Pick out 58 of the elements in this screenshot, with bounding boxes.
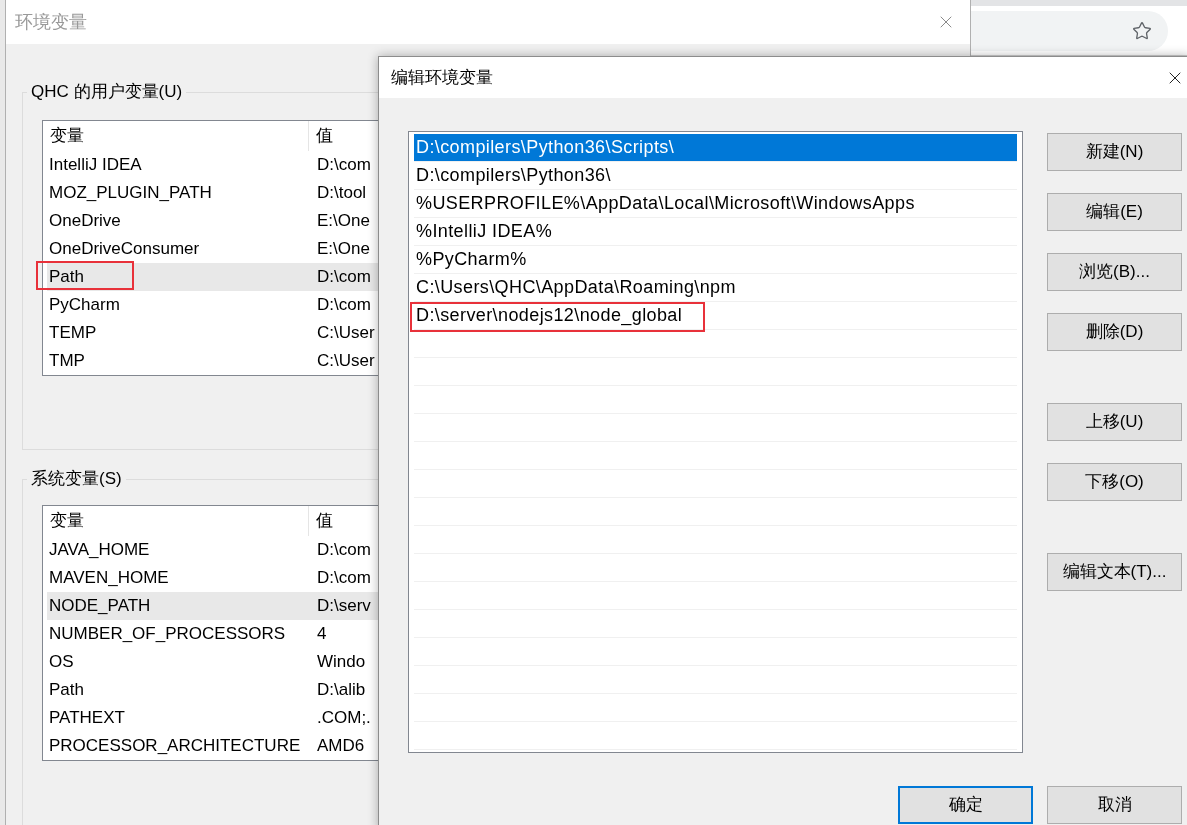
dialog-button[interactable]: 取消	[1047, 786, 1182, 824]
path-text: D:\compilers\Python36\Scripts\	[416, 136, 675, 159]
dialog-button[interactable]: 编辑(E)	[1047, 193, 1182, 231]
table-cell-text: D:\serv	[316, 595, 371, 618]
table-cell-text: C:\User	[316, 322, 375, 345]
table-cell-text: MOZ_PLUGIN_PATH	[48, 182, 213, 205]
table-cell-text: JAVA_HOME	[48, 539, 151, 562]
table-cell-text: OS	[48, 651, 75, 674]
table-cell-text: D:\com	[316, 539, 371, 562]
path-text: %USERPROFILE%\AppData\Local\Microsoft\WindowsApps	[416, 192, 915, 215]
table-cell-text: D:\tool	[316, 182, 367, 205]
dialog-button[interactable]: 确定	[898, 786, 1033, 824]
group-label: 系统变量(S)	[30, 468, 123, 490]
column-header[interactable]: 值	[309, 508, 333, 534]
dialog-button[interactable]: 上移(U)	[1047, 403, 1182, 441]
table-cell-text: AMD6	[316, 735, 365, 758]
table-cell-text: OneDrive	[48, 210, 122, 233]
table-cell-text: .COM;.	[316, 707, 371, 730]
dialog-button[interactable]: 下移(O)	[1047, 463, 1182, 501]
table-cell-text: OneDriveConsumer	[48, 238, 201, 261]
dialog-button[interactable]: 编辑文本(T)...	[1047, 553, 1182, 591]
dialog-button[interactable]: 新建(N)	[1047, 133, 1182, 171]
table-cell-text: E:\One	[316, 210, 370, 233]
table-cell-text: Windo	[316, 651, 366, 674]
table-cell-text: 4	[316, 623, 327, 646]
table-cell-text: TEMP	[48, 322, 98, 345]
table-cell-text: C:\User	[316, 350, 375, 373]
table-cell-text: PROCESSOR_ARCHITECTURE	[48, 735, 302, 758]
path-text: C:\Users\QHC\AppData\Roaming\npm	[416, 276, 736, 299]
path-text: D:\compilers\Python36\	[416, 164, 611, 187]
table-cell-text: MAVEN_HOME	[48, 567, 170, 590]
path-text: %PyCharm%	[416, 248, 527, 271]
table-cell-text: Path	[48, 679, 85, 702]
window-title: 编辑环境变量	[391, 66, 493, 89]
star-icon[interactable]	[1132, 20, 1152, 41]
table-cell-text: D:\com	[316, 266, 371, 289]
table-cell-text: IntelliJ IDEA	[48, 154, 143, 177]
table-cell-text: E:\One	[316, 238, 370, 261]
path-text: D:\server\nodejs12\node_global	[416, 304, 683, 328]
table-cell-text: D:\com	[316, 294, 371, 317]
list-row[interactable]: Path D:\com	[47, 263, 378, 291]
dialog-button[interactable]: 浏览(B)...	[1047, 253, 1182, 291]
table-cell-text: PyCharm	[48, 294, 121, 317]
column-header[interactable]: 值	[309, 123, 333, 149]
table-cell-text: NODE_PATH	[48, 595, 152, 618]
table-cell-text: Path	[48, 266, 85, 289]
table-cell-text: PATHEXT	[48, 707, 126, 730]
table-cell-text: NUMBER_OF_PROCESSORS	[48, 623, 287, 646]
window-title: 环境变量	[15, 10, 87, 34]
table-cell-text: TMP	[48, 350, 86, 373]
path-text: %IntelliJ IDEA%	[416, 220, 553, 243]
table-cell-text: D:\com	[316, 567, 371, 590]
table-cell-text: D:\com	[316, 154, 371, 177]
group-label: QHC 的用户变量(U)	[30, 81, 184, 103]
list-row[interactable]: D:\compilers\Python36\Scripts\	[414, 134, 1017, 162]
dialog-button[interactable]: 删除(D)	[1047, 313, 1182, 351]
table-cell-text: D:\alib	[316, 679, 366, 702]
list-row[interactable]: NODE_PATH D:\serv	[47, 592, 378, 620]
